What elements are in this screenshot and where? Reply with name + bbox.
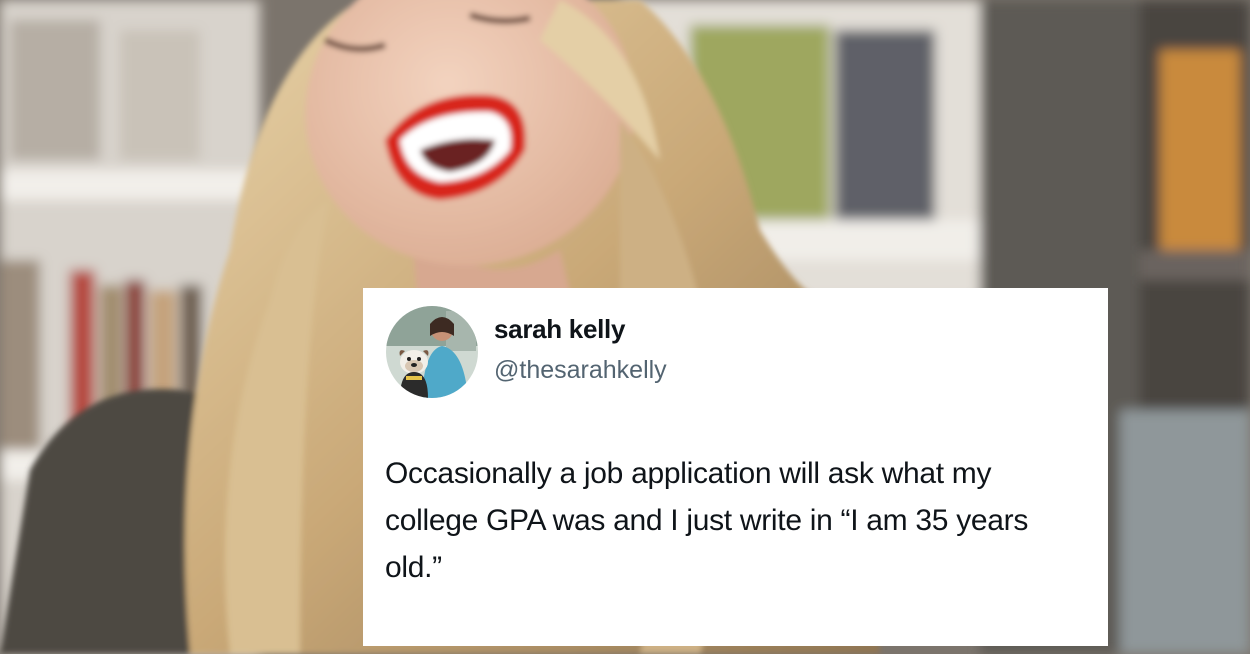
profile-photo-with-dog-icon[interactable] bbox=[386, 306, 478, 398]
tweet-card: sarah kelly @thesarahkelly Occasionally … bbox=[363, 288, 1108, 646]
tweet-text: Occasionally a job application will ask … bbox=[385, 457, 1029, 584]
display-name[interactable]: sarah kelly bbox=[494, 314, 625, 345]
user-handle[interactable]: @thesarahkelly bbox=[494, 356, 667, 385]
